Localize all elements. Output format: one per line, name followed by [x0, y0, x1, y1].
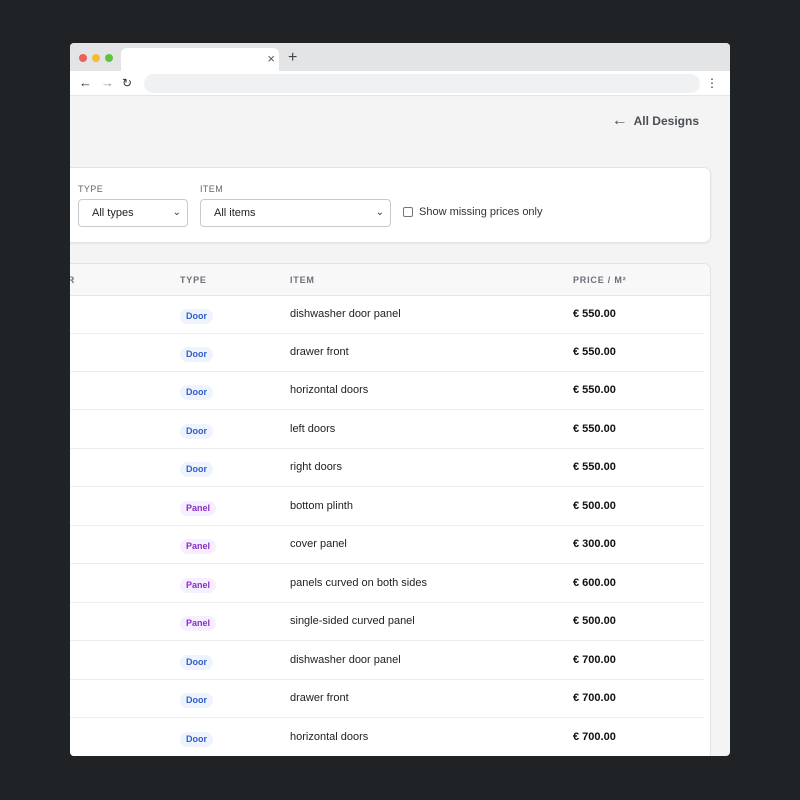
column-header-item[interactable]: ITEM — [290, 275, 315, 285]
page-content: ← All Designs TYPE All types ⌄ ITEM All … — [70, 96, 730, 756]
filter-panel: TYPE All types ⌄ ITEM All items ⌄ Show m… — [70, 167, 711, 243]
all-designs-label: All Designs — [633, 114, 699, 128]
type-badge: Panel — [180, 616, 217, 631]
item-cell: dishwasher door panel — [290, 654, 401, 666]
type-badge: Door — [180, 385, 213, 400]
type-select-value: All types — [92, 207, 134, 219]
chevron-down-icon: ⌄ — [172, 207, 181, 218]
price-cell: € 550.00 — [573, 308, 616, 320]
table-row[interactable]: Door dishwasher door panel € 700.00 — [70, 642, 704, 680]
item-cell: panels curved on both sides — [290, 577, 427, 589]
address-bar[interactable] — [144, 74, 700, 93]
reload-icon[interactable]: ↻ — [122, 74, 132, 92]
table-row[interactable]: Panel cover panel € 300.00 — [70, 526, 704, 564]
table-row[interactable]: Door dishwasher door panel € 550.00 — [70, 296, 704, 334]
column-header-price[interactable]: PRICE / M² — [573, 275, 627, 285]
item-cell: drawer front — [290, 346, 349, 358]
tab-bar: × + — [70, 43, 730, 71]
type-badge: Door — [180, 424, 213, 439]
type-badge: Door — [180, 732, 213, 747]
new-tab-button[interactable]: + — [288, 48, 297, 68]
price-cell: € 550.00 — [573, 384, 616, 396]
maximize-window-button[interactable] — [105, 54, 113, 62]
table-row[interactable]: Door horizontal doors € 700.00 — [70, 719, 704, 756]
table-header: ER TYPE ITEM PRICE / M² — [70, 264, 710, 296]
type-badge: Panel — [180, 539, 217, 554]
table-row[interactable]: Door right doors € 550.00 — [70, 449, 704, 487]
item-cell: right doors — [290, 461, 342, 473]
type-badge: Door — [180, 462, 213, 477]
price-cell: € 550.00 — [573, 346, 616, 358]
item-cell: drawer front — [290, 692, 349, 704]
table-row[interactable]: Door drawer front € 550.00 — [70, 334, 704, 372]
table-row[interactable]: Door drawer front € 700.00 — [70, 680, 704, 718]
item-cell: single-sided curved panel — [290, 615, 415, 627]
price-cell: € 700.00 — [573, 654, 616, 666]
price-cell: € 700.00 — [573, 731, 616, 743]
item-cell: horizontal doors — [290, 384, 369, 396]
close-window-button[interactable] — [79, 54, 87, 62]
minimize-window-button[interactable] — [92, 54, 100, 62]
arrow-left-icon: ← — [611, 112, 628, 129]
missing-prices-toggle[interactable]: Show missing prices only — [403, 206, 543, 218]
type-select[interactable]: All types ⌄ — [78, 199, 188, 227]
item-select[interactable]: All items ⌄ — [200, 199, 391, 227]
type-badge: Door — [180, 347, 213, 362]
table-row[interactable]: Panel bottom plinth € 500.00 — [70, 488, 704, 526]
item-cell: dishwasher door panel — [290, 308, 401, 320]
missing-prices-label: Show missing prices only — [419, 206, 543, 218]
item-filter-label: ITEM — [200, 184, 224, 194]
type-badge: Door — [180, 655, 213, 670]
price-cell: € 600.00 — [573, 577, 616, 589]
price-cell: € 550.00 — [573, 423, 616, 435]
price-cell: € 300.00 — [573, 538, 616, 550]
missing-prices-checkbox[interactable] — [403, 207, 413, 217]
chevron-down-icon: ⌄ — [375, 207, 384, 218]
price-cell: € 550.00 — [573, 461, 616, 473]
forward-arrow-icon[interactable]: → — [101, 74, 114, 92]
type-badge: Panel — [180, 578, 217, 593]
prices-table: ER TYPE ITEM PRICE / M² Door dishwasher … — [70, 263, 711, 756]
browser-tab[interactable]: × — [121, 48, 279, 71]
table-row[interactable]: Panel single-sided curved panel € 500.00 — [70, 603, 704, 641]
close-tab-icon[interactable]: × — [267, 50, 275, 68]
price-cell: € 500.00 — [573, 500, 616, 512]
table-row[interactable]: Panel panels curved on both sides € 600.… — [70, 565, 704, 603]
browser-menu-icon[interactable]: ⋮ — [706, 74, 718, 92]
browser-toolbar: ← → ↻ ⋮ — [70, 71, 730, 96]
table-row[interactable]: Door left doors € 550.00 — [70, 411, 704, 449]
column-header-partial[interactable]: ER — [70, 275, 75, 285]
item-cell: bottom plinth — [290, 500, 353, 512]
item-cell: cover panel — [290, 538, 347, 550]
type-filter-label: TYPE — [78, 184, 104, 194]
type-badge: Panel — [180, 501, 217, 516]
type-badge: Door — [180, 693, 213, 708]
column-header-type[interactable]: TYPE — [180, 275, 207, 285]
item-select-value: All items — [214, 207, 256, 219]
table-row[interactable]: Door horizontal doors € 550.00 — [70, 372, 704, 410]
back-arrow-icon[interactable]: ← — [79, 74, 92, 92]
item-cell: horizontal doors — [290, 731, 369, 743]
type-badge: Door — [180, 309, 213, 324]
price-cell: € 500.00 — [573, 615, 616, 627]
item-cell: left doors — [290, 423, 336, 435]
browser-window: × + ← → ↻ ⋮ ← All Designs TYPE All types… — [70, 43, 730, 756]
all-designs-link[interactable]: ← All Designs — [612, 113, 699, 129]
price-cell: € 700.00 — [573, 692, 616, 704]
